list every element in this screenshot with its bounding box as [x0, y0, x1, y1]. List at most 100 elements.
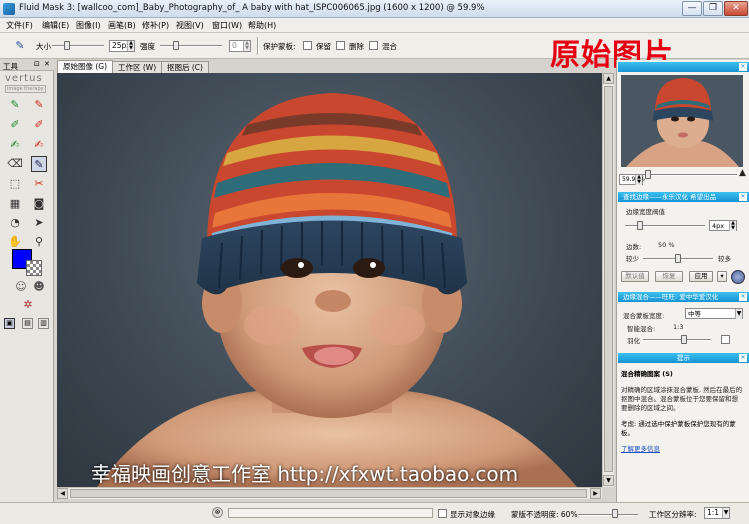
- resolution-label: 工作区分辨率:: [649, 510, 697, 519]
- menu-help[interactable]: 帮助(H): [248, 20, 276, 31]
- thumb-zoom-slider-thumb[interactable]: [645, 170, 651, 179]
- panel-close-icon[interactable]: ✕: [739, 63, 747, 71]
- delete-local-fill-icon[interactable]: ✐: [31, 117, 47, 133]
- background-color-swatch[interactable]: [26, 260, 42, 276]
- keep-local-fill-icon[interactable]: ✐: [7, 117, 23, 133]
- spin-arrows-icon[interactable]: ▲ ▼: [635, 175, 642, 185]
- panel-close-icon[interactable]: ✕: [44, 60, 50, 68]
- feather-slider-thumb[interactable]: [681, 335, 687, 344]
- zoom-icon[interactable]: ⚲: [31, 234, 47, 250]
- patch-icon[interactable]: ▦: [7, 196, 23, 212]
- horizontal-scrollbar[interactable]: ◀ ▶: [57, 487, 602, 499]
- panel-close-icon[interactable]: ✕: [739, 354, 747, 362]
- horizontal-scroll-thumb[interactable]: [70, 489, 587, 498]
- apply-options-icon[interactable]: ▾: [717, 271, 727, 282]
- delete-fill-icon[interactable]: ✍: [31, 137, 47, 153]
- scroll-right-icon[interactable]: ▶: [590, 488, 601, 499]
- edge-width-spin[interactable]: 4px ▲ ▼: [709, 220, 737, 231]
- maximize-button[interactable]: ❐: [703, 1, 723, 16]
- menu-edit[interactable]: 编辑(E): [42, 20, 69, 31]
- blend-width-select[interactable]: 中等 ▼: [685, 308, 743, 319]
- feather-checkbox[interactable]: [721, 335, 730, 344]
- selection-icon[interactable]: ⬚: [7, 176, 23, 192]
- keep-checkbox[interactable]: [303, 41, 312, 50]
- strength-slider-track[interactable]: [160, 45, 222, 47]
- scroll-down-icon[interactable]: ▼: [603, 475, 614, 486]
- camera-icon[interactable]: ◙: [31, 196, 47, 212]
- menu-patch[interactable]: 修补(P): [142, 20, 169, 31]
- blend-checkbox[interactable]: [369, 41, 378, 50]
- panel-close-icon[interactable]: ✕: [739, 193, 747, 201]
- contrast-slider-thumb[interactable]: [675, 254, 681, 263]
- brush-icon[interactable]: ✎: [12, 38, 28, 54]
- eraser-icon[interactable]: ⌫: [7, 156, 23, 172]
- tab-workspace[interactable]: 工作区 (W): [112, 61, 163, 73]
- thumb-zoom-in-icon[interactable]: ▲: [739, 168, 746, 178]
- vertus-logo-sub: image therapy: [5, 85, 46, 93]
- view-workspace-icon[interactable]: ▤: [22, 318, 33, 329]
- strength-spin[interactable]: 0 ▲ ▼: [229, 40, 251, 52]
- size-slider-thumb[interactable]: [64, 41, 70, 50]
- lasso-icon[interactable]: ◔: [7, 215, 23, 231]
- image-canvas[interactable]: 幸福映画创意工作室 http://xfxwt.taobao.com: [57, 73, 602, 487]
- navigator-thumbnail[interactable]: [621, 75, 743, 167]
- tab-cutout[interactable]: 抠图后 (C): [161, 61, 209, 73]
- close-button[interactable]: ✕: [724, 1, 748, 16]
- opacity-slider-thumb[interactable]: [612, 509, 618, 518]
- default-button[interactable]: 默认值: [621, 271, 649, 282]
- delete-brush-icon[interactable]: ✎: [31, 97, 47, 113]
- zoom-spin[interactable]: 59.90% ▲ ▼: [619, 174, 645, 185]
- menu-window[interactable]: 窗口(W): [212, 20, 242, 31]
- spin-arrows-icon[interactable]: ▲ ▼: [729, 221, 736, 231]
- minimize-button[interactable]: —: [682, 1, 702, 16]
- blend-brush-icon[interactable]: ✎: [31, 156, 47, 172]
- resolution-select[interactable]: 1:1 ▼: [704, 507, 730, 519]
- restore-button[interactable]: 恢复: [655, 271, 683, 282]
- menu-view[interactable]: 视图(V): [176, 20, 204, 31]
- opacity-slider-track[interactable]: [578, 514, 638, 516]
- blend-width-value: 中等: [688, 310, 701, 318]
- panel-close-icon[interactable]: ✕: [739, 293, 747, 301]
- chevron-down-icon[interactable]: ▼: [735, 309, 742, 319]
- keep-fill-icon[interactable]: ✍: [7, 137, 23, 153]
- settings-icon[interactable]: ✲: [20, 297, 36, 313]
- apply-button[interactable]: 应用: [689, 271, 713, 282]
- size-spin[interactable]: 25px ▲ ▼: [109, 40, 135, 52]
- scroll-left-icon[interactable]: ◀: [57, 488, 68, 499]
- size-slider-track[interactable]: [52, 45, 104, 47]
- run-icon[interactable]: [731, 270, 745, 284]
- pointer-icon[interactable]: ➤: [31, 215, 47, 231]
- less-label: 较少: [626, 255, 639, 263]
- menu-brush[interactable]: 画笔(B): [108, 20, 136, 31]
- view-cutout-icon[interactable]: ▥: [38, 318, 49, 329]
- hand-icon[interactable]: ✋: [7, 234, 23, 250]
- stop-icon[interactable]: ⊗: [212, 507, 223, 518]
- hint-title-bar: 提示: [677, 354, 690, 362]
- menu-image[interactable]: 图像(I): [76, 20, 101, 31]
- spin-arrows-icon[interactable]: ▲ ▼: [127, 41, 134, 51]
- feather-label: 羽化: [627, 337, 640, 345]
- contrast-label: 边数:: [626, 243, 642, 251]
- spin-arrows-icon[interactable]: ▲ ▼: [243, 41, 250, 51]
- user-icon[interactable]: ☺: [13, 279, 29, 295]
- delete-checkbox[interactable]: [336, 41, 345, 50]
- strength-slider-thumb[interactable]: [173, 41, 179, 50]
- menu-file[interactable]: 文件(F): [6, 20, 33, 31]
- feather-slider-track[interactable]: [643, 339, 711, 341]
- chevron-down-icon[interactable]: ▼: [722, 508, 729, 518]
- tab-original[interactable]: 原始图像 (G): [57, 60, 114, 73]
- blend-width-label: 混合蒙板宽度:: [623, 312, 665, 320]
- pin-icon[interactable]: ⊡: [34, 60, 40, 68]
- cutout-icon[interactable]: ✂: [31, 176, 47, 192]
- keep-brush-icon[interactable]: ✎: [7, 97, 23, 113]
- vertical-scroll-thumb[interactable]: [604, 86, 613, 472]
- user-pair-icon[interactable]: ☻: [31, 279, 47, 295]
- watermark-text: 幸福映画创意工作室 http://xfxwt.taobao.com: [91, 462, 519, 486]
- edge-width-slider-thumb[interactable]: [637, 221, 643, 230]
- scroll-up-icon[interactable]: ▲: [603, 73, 614, 84]
- vertical-scrollbar[interactable]: ▲ ▼: [602, 73, 614, 487]
- view-original-icon[interactable]: ▣: [4, 318, 15, 329]
- show-edges-checkbox[interactable]: [438, 509, 447, 518]
- toolbar-divider: [257, 37, 259, 55]
- learn-more-link[interactable]: 了解更多信息: [621, 443, 660, 453]
